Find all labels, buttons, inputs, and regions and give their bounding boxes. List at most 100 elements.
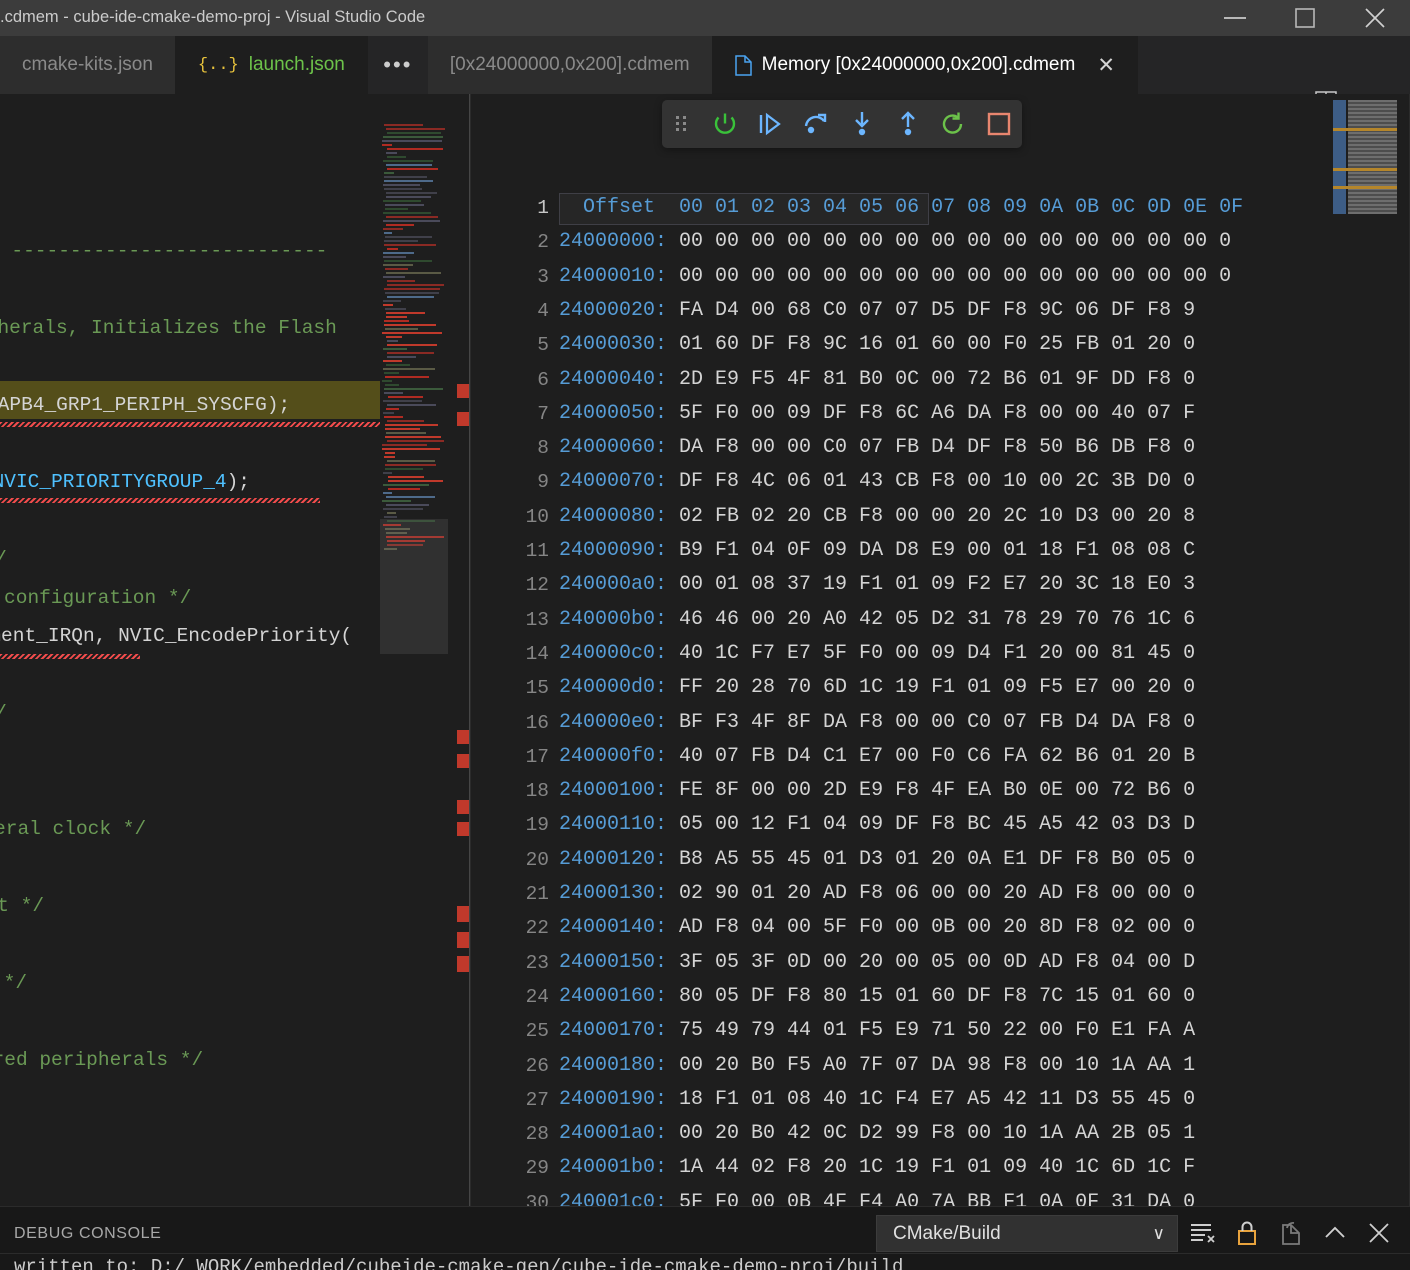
memory-bytes: 5F F0 00 09 DF F8 6C A6 DA F8 00 00 40 0… — [679, 401, 1196, 425]
tab-close-icon[interactable]: ✕ — [1097, 55, 1115, 76]
memory-line-number: 17 — [525, 745, 549, 768]
restart-icon[interactable] — [931, 100, 977, 148]
tab-cdmem-file[interactable]: [0x24000000,0x200].cdmem — [427, 36, 713, 94]
ruler-error-mark[interactable] — [457, 384, 469, 398]
memory-address: 24000110: — [559, 813, 680, 837]
minimap-row — [386, 404, 436, 406]
code-token: NVIC_PRIORITYGROUP_4 — [0, 471, 227, 493]
ruler-error-mark[interactable] — [457, 800, 469, 814]
code-token: /* Enable the peripheral clock */ — [0, 818, 147, 840]
memory-bytes: 80 05 DF F8 80 15 01 60 DF F8 7C 15 01 6… — [679, 984, 1196, 1008]
clear-console-icon[interactable] — [1186, 1216, 1220, 1250]
minimap-row — [383, 240, 418, 242]
ruler-error-mark[interactable] — [457, 956, 469, 972]
panel-title-debug-console[interactable]: Debug Console — [14, 1225, 161, 1243]
minimap-row — [385, 224, 415, 226]
memory-bytes: 46 46 00 20 A0 42 05 D2 31 78 29 70 76 1… — [679, 607, 1196, 631]
memory-address: 240000a0: — [559, 573, 680, 597]
ruler-error-mark[interactable] — [457, 932, 469, 948]
overview-ruler[interactable] — [450, 94, 470, 1206]
minimap-slider[interactable] — [380, 519, 448, 654]
minimap-row — [384, 288, 440, 290]
minimize-icon[interactable] — [1200, 0, 1270, 36]
minimap-row — [383, 320, 410, 322]
memory-rows: Offset 00 01 02 03 04 05 06 07 08 09 0A … — [559, 94, 1349, 1206]
memory-hex-editor[interactable]: 1 2 3 4 5 6 7 8 9 10 11 12 13 14 15 16 17 18 19 20 21 22 23 24 2… — [470, 94, 1410, 1206]
step-into-icon[interactable] — [839, 100, 885, 148]
tab-memory-cdmem[interactable]: Memory [0x24000000,0x200].cdmem ✕ — [712, 36, 1138, 94]
memory-line-number: 10 — [525, 505, 549, 528]
memory-minimap-highlight — [1333, 168, 1397, 171]
minimap-row — [382, 160, 433, 162]
editor-tabbar: cmake-kits.json {..} launch.json ••• [0x… — [0, 36, 1410, 130]
minimap-row — [387, 488, 421, 490]
step-out-icon[interactable] — [885, 100, 931, 148]
memory-bytes: B9 F1 04 0F 09 DA D8 E9 00 01 18 F1 08 0… — [679, 539, 1196, 562]
drag-handle-icon[interactable] — [662, 100, 702, 148]
tab-overflow-button[interactable]: ••• — [367, 36, 428, 94]
code-token: ); — [266, 394, 291, 416]
code-lines: --------------------------- brief Configu… — [0, 94, 380, 1206]
memory-row: 24000090: B9 F1 04 0F 09 DA D8 E9 00 01 … — [559, 534, 1195, 568]
memory-bytes: 02 FB 02 20 CB F8 00 00 20 2C 10 D3 00 2… — [679, 504, 1196, 528]
memory-bytes: 02 90 01 20 AD F8 06 00 00 20 AD F8 00 0… — [679, 882, 1196, 905]
ruler-error-mark[interactable] — [457, 754, 469, 768]
minimap-row — [386, 272, 442, 274]
memory-bytes: FF 20 28 70 6D 1C 19 F1 01 09 F5 E7 00 2… — [679, 676, 1196, 700]
memory-line-number: 23 — [525, 951, 549, 974]
memory-row: 24000190: 18 F1 01 08 40 1C F4 E7 A5 42 … — [559, 1083, 1195, 1117]
memory-address: 24000030: — [559, 333, 680, 357]
minimap-row — [385, 336, 403, 338]
step-over-start-icon[interactable] — [748, 100, 794, 148]
memory-address: 240001c0: — [559, 1190, 680, 1206]
minimap-row — [383, 136, 444, 138]
step-over-icon[interactable] — [793, 100, 839, 148]
minimap-row — [383, 256, 407, 258]
memory-bytes: 75 49 79 44 01 F5 E9 71 50 22 00 F0 E1 F… — [679, 1019, 1196, 1043]
code-token: */ — [0, 702, 7, 724]
memory-bytes: 00 20 B0 F5 A0 7F 07 DA 98 F8 00 10 1A A… — [679, 1053, 1196, 1077]
stop-icon[interactable] — [976, 100, 1022, 148]
minimap-row — [385, 268, 408, 270]
minimap-row — [387, 132, 441, 134]
minimap-row — [383, 388, 444, 390]
memory-minimap[interactable] — [1333, 100, 1399, 214]
ruler-error-mark[interactable] — [457, 730, 469, 744]
tab-cmake-kits-json[interactable]: cmake-kits.json — [0, 36, 176, 94]
close-panel-icon[interactable] — [1362, 1216, 1396, 1250]
tab-launch-json[interactable]: {..} launch.json — [175, 36, 368, 94]
memory-address: 240000e0: — [559, 710, 680, 734]
memory-line-number: 27 — [525, 1088, 549, 1111]
memory-address: 24000130: — [559, 882, 680, 905]
ruler-error-mark[interactable] — [457, 822, 469, 836]
code-line: --------------------------- — [0, 232, 327, 271]
ruler-error-mark[interactable] — [457, 906, 469, 922]
source-code-editor[interactable]: --------------------------- brief Configu… — [0, 94, 470, 1206]
memory-line-number: 9 — [537, 471, 549, 494]
lock-scroll-icon[interactable] — [1230, 1216, 1264, 1250]
minimap-row — [383, 180, 433, 182]
minimap-row — [384, 436, 441, 438]
minimap-row — [386, 504, 429, 506]
memory-address: 24000170: — [559, 1019, 680, 1043]
minimap-row — [382, 484, 430, 486]
debug-toolbar[interactable] — [662, 100, 1022, 148]
memory-bytes: 5F F0 00 0B 4F F4 A0 7A BB F1 0A 0F 31 D… — [679, 1190, 1196, 1206]
memory-bytes: 40 07 FB D4 C1 E7 00 F0 C6 FA 62 B6 01 2… — [679, 744, 1196, 768]
open-in-editor-icon[interactable] — [1274, 1216, 1308, 1250]
ruler-error-mark[interactable] — [457, 412, 469, 426]
memory-address: 240000f0: — [559, 744, 680, 768]
console-source-select[interactable]: CMake/Build ∨ — [876, 1215, 1178, 1252]
minimap-row — [383, 252, 415, 254]
collapse-panel-icon[interactable] — [1318, 1216, 1352, 1250]
minimap-row — [383, 276, 405, 278]
minimap-row — [384, 292, 439, 294]
memory-bytes: 01 60 DF F8 9C 16 01 60 00 F0 25 FB 01 2… — [679, 333, 1196, 357]
maximize-icon[interactable] — [1270, 0, 1340, 36]
power-continue-icon[interactable] — [702, 100, 748, 148]
memory-line-number: 11 — [525, 540, 549, 562]
minimap-row — [386, 408, 399, 410]
editor-minimap[interactable] — [380, 122, 448, 552]
close-icon[interactable] — [1340, 0, 1410, 36]
memory-row: 24000010: 00 00 00 00 00 00 00 00 00 00 … — [559, 260, 1231, 294]
